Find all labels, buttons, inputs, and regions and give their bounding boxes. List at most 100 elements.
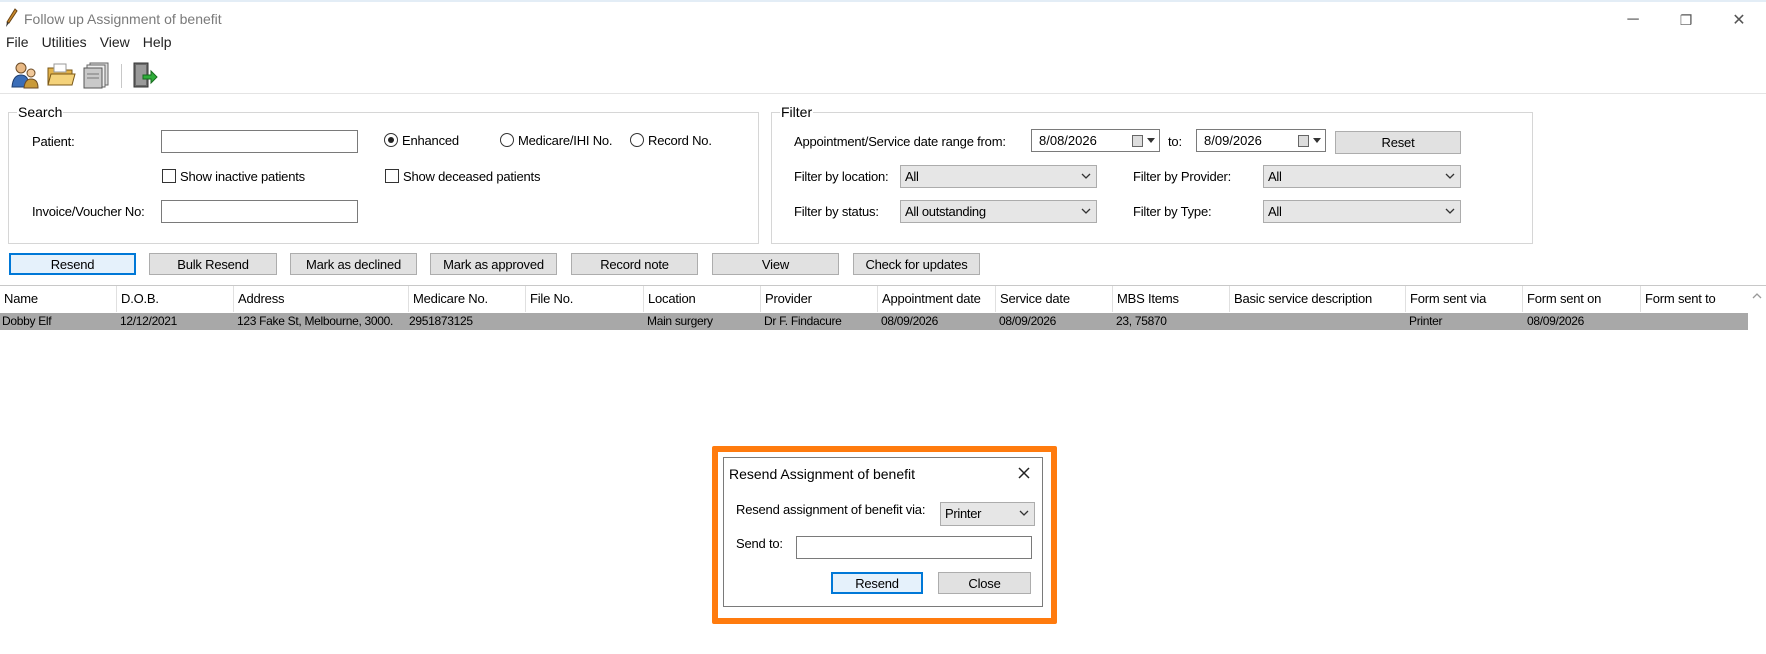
col-header-form-sent-via[interactable]: Form sent via bbox=[1406, 286, 1523, 312]
type-value: All bbox=[1268, 204, 1282, 219]
show-deceased-checkbox[interactable] bbox=[385, 169, 399, 183]
close-window-button[interactable]: ✕ bbox=[1716, 6, 1762, 34]
col-header-dob[interactable]: D.O.B. bbox=[117, 286, 234, 312]
exit-door-icon[interactable] bbox=[129, 60, 159, 90]
calendar-icon bbox=[1132, 135, 1143, 147]
dialog-resend-button[interactable]: Resend bbox=[831, 572, 923, 594]
bulk-resend-button[interactable]: Bulk Resend bbox=[149, 253, 277, 275]
menu-file[interactable]: File bbox=[0, 32, 36, 54]
close-icon[interactable] bbox=[1015, 464, 1033, 482]
col-header-provider[interactable]: Provider bbox=[761, 286, 878, 312]
printer-stack-icon[interactable] bbox=[82, 60, 112, 90]
mark-declined-button[interactable]: Mark as declined bbox=[290, 253, 417, 275]
patients-icon[interactable] bbox=[10, 60, 40, 90]
chevron-down-icon bbox=[1445, 208, 1455, 214]
resend-dialog: Resend Assignment of benefit Resend assi… bbox=[723, 457, 1043, 607]
cell-form-sent-on: 08/09/2026 bbox=[1527, 314, 1585, 328]
date-from-picker[interactable]: 8/08/2026 bbox=[1031, 129, 1160, 152]
col-header-basic-service[interactable]: Basic service description bbox=[1230, 286, 1406, 312]
toolbar-separator bbox=[121, 64, 122, 88]
col-header-mbs-items[interactable]: MBS Items bbox=[1113, 286, 1230, 312]
via-select[interactable]: Printer bbox=[940, 502, 1035, 526]
chevron-down-icon bbox=[1081, 173, 1091, 179]
invoice-input[interactable] bbox=[161, 200, 358, 223]
col-header-file[interactable]: File No. bbox=[526, 286, 644, 312]
invoice-label: Invoice/Voucher No: bbox=[32, 204, 145, 219]
cell-dob: 12/12/2021 bbox=[120, 314, 178, 328]
col-header-appointment-date[interactable]: Appointment date bbox=[878, 286, 996, 312]
patient-input[interactable] bbox=[161, 130, 358, 153]
show-inactive-label: Show inactive patients bbox=[180, 169, 305, 184]
calendar-icon bbox=[1298, 135, 1309, 147]
chevron-down-icon bbox=[1313, 138, 1321, 143]
date-to-picker[interactable]: 8/09/2026 bbox=[1196, 129, 1326, 152]
chevron-down-icon bbox=[1445, 173, 1455, 179]
cell-medicare: 2951873125 bbox=[409, 314, 473, 328]
reset-button[interactable]: Reset bbox=[1335, 131, 1461, 154]
type-label: Filter by Type: bbox=[1133, 204, 1212, 219]
provider-label: Filter by Provider: bbox=[1133, 169, 1232, 184]
type-select[interactable]: All bbox=[1263, 200, 1461, 223]
status-value: All outstanding bbox=[905, 204, 986, 219]
col-header-address[interactable]: Address bbox=[234, 286, 409, 312]
record-note-button[interactable]: Record note bbox=[571, 253, 698, 275]
provider-select[interactable]: All bbox=[1263, 165, 1461, 188]
search-group: Search bbox=[8, 104, 759, 244]
cell-form-sent-via: Printer bbox=[1409, 314, 1443, 328]
send-to-input[interactable] bbox=[796, 536, 1032, 559]
toolbar bbox=[0, 56, 1766, 94]
menu-help[interactable]: Help bbox=[137, 32, 179, 54]
col-header-location[interactable]: Location bbox=[644, 286, 761, 312]
cell-appointment-date: 08/09/2026 bbox=[881, 314, 939, 328]
date-to-value: 8/09/2026 bbox=[1204, 133, 1262, 148]
cell-service-date: 08/09/2026 bbox=[999, 314, 1057, 328]
mark-approved-button[interactable]: Mark as approved bbox=[430, 253, 557, 275]
status-select[interactable]: All outstanding bbox=[900, 200, 1097, 223]
col-header-service-date[interactable]: Service date bbox=[996, 286, 1113, 312]
provider-value: All bbox=[1268, 169, 1282, 184]
pen-icon bbox=[6, 8, 18, 27]
send-to-label: Send to: bbox=[736, 536, 783, 551]
location-select[interactable]: All bbox=[900, 165, 1097, 188]
patient-label: Patient: bbox=[32, 134, 75, 149]
resend-button[interactable]: Resend bbox=[9, 253, 136, 275]
restore-button[interactable]: ❐ bbox=[1663, 6, 1709, 34]
location-value: All bbox=[905, 169, 919, 184]
view-button[interactable]: View bbox=[712, 253, 839, 275]
scroll-up-icon[interactable] bbox=[1751, 290, 1763, 302]
cell-location: Main surgery bbox=[647, 314, 713, 328]
show-deceased-label: Show deceased patients bbox=[403, 169, 541, 184]
date-range-label: Appointment/Service date range from: bbox=[794, 134, 1006, 149]
radio-record[interactable] bbox=[630, 133, 644, 147]
filter-legend: Filter bbox=[780, 104, 814, 120]
menu-view[interactable]: View bbox=[94, 32, 137, 54]
dialog-close-button[interactable]: Close bbox=[938, 572, 1031, 594]
cell-mbs-items: 23, 75870 bbox=[1116, 314, 1167, 328]
radio-enhanced-label: Enhanced bbox=[402, 133, 459, 148]
chevron-down-icon bbox=[1147, 138, 1155, 143]
check-updates-button[interactable]: Check for updates bbox=[853, 253, 980, 275]
radio-enhanced[interactable] bbox=[384, 133, 398, 147]
col-header-medicare[interactable]: Medicare No. bbox=[409, 286, 526, 312]
chevron-down-icon bbox=[1081, 208, 1091, 214]
title-bar: Follow up Assignment of benefit ─ ❐ ✕ bbox=[0, 0, 1766, 32]
window-title: Follow up Assignment of benefit bbox=[24, 11, 222, 27]
col-header-name[interactable]: Name bbox=[0, 286, 117, 312]
dialog-title: Resend Assignment of benefit bbox=[729, 466, 916, 482]
chevron-down-icon bbox=[1019, 510, 1029, 516]
minimize-button[interactable]: ─ bbox=[1610, 6, 1656, 34]
location-label: Filter by location: bbox=[794, 169, 889, 184]
show-inactive-checkbox[interactable] bbox=[162, 169, 176, 183]
menu-bar: File Utilities View Help bbox=[0, 32, 179, 54]
open-folder-icon[interactable] bbox=[46, 60, 76, 90]
table-row[interactable]: Dobby Elf 12/12/2021 123 Fake St, Melbou… bbox=[0, 313, 1748, 330]
radio-medicare[interactable] bbox=[500, 133, 514, 147]
grid-header: Name D.O.B. Address Medicare No. File No… bbox=[0, 286, 1752, 312]
radio-medicare-label: Medicare/IHI No. bbox=[518, 133, 613, 148]
menu-utilities[interactable]: Utilities bbox=[36, 32, 94, 54]
cell-name: Dobby Elf bbox=[2, 314, 52, 328]
col-header-form-sent-on[interactable]: Form sent on bbox=[1523, 286, 1641, 312]
via-label: Resend assignment of benefit via: bbox=[736, 502, 926, 517]
col-header-form-sent-to[interactable]: Form sent to bbox=[1641, 286, 1748, 312]
cell-provider: Dr F. Findacure bbox=[764, 314, 842, 328]
